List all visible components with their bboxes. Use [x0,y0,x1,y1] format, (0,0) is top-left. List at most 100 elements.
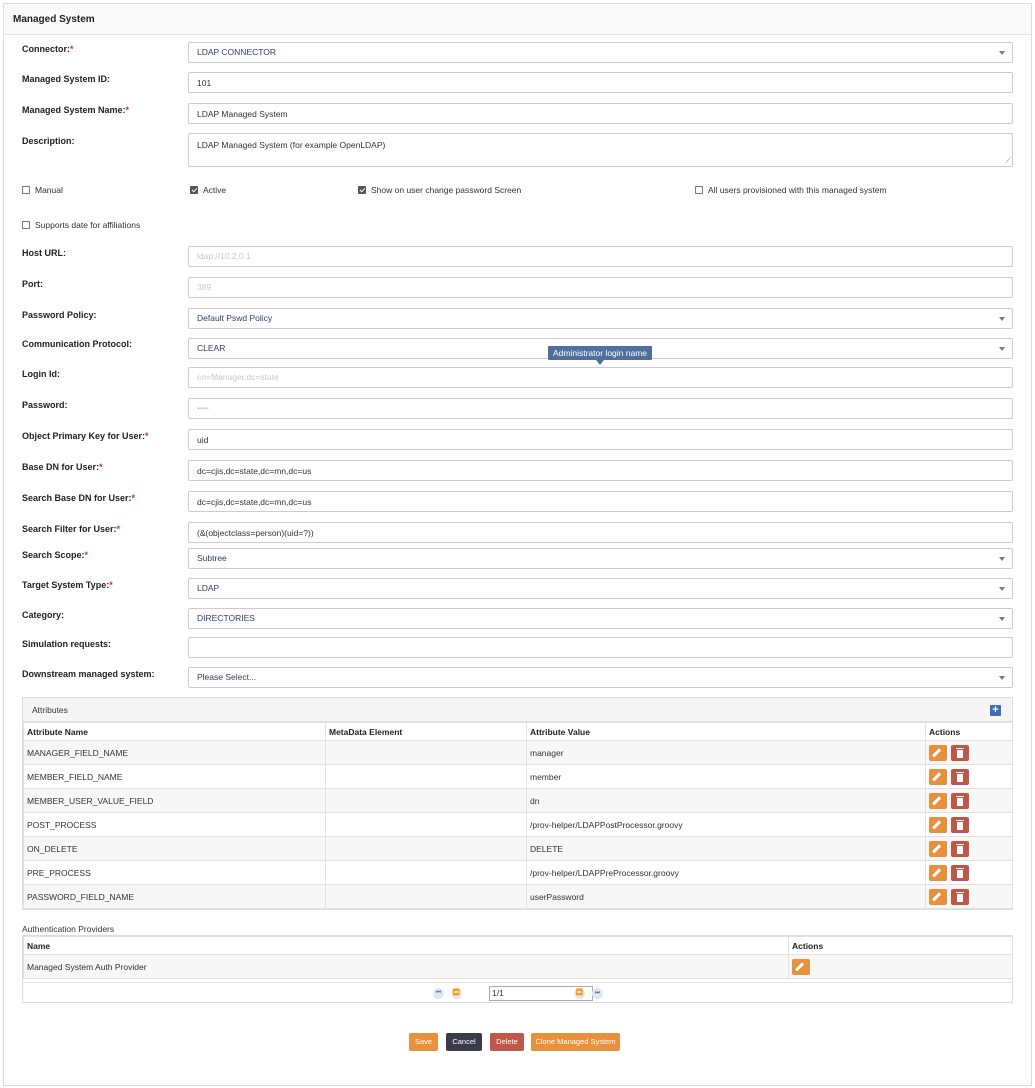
base-dn-input[interactable] [188,460,1013,481]
chevron-down-icon [999,347,1005,351]
prev-page-button[interactable]: ⏪ [451,988,462,999]
edit-icon[interactable] [929,744,947,761]
auth-name-cell: Managed System Auth Provider [23,954,789,979]
obj-pk-input[interactable] [188,429,1013,450]
auth-providers-table: Name Actions Managed System Auth Provide… [23,936,1013,979]
col-attribute-name: Attribute Name [23,722,326,741]
attr-meta-cell [325,740,527,765]
password-policy-label: Password Policy: [22,310,97,320]
first-page-icon: ⏮ [435,990,442,996]
cancel-button[interactable]: Cancel [446,1033,482,1051]
ms-name-input[interactable] [188,103,1013,124]
clone-managed-system-button[interactable]: Clone Managed System [531,1033,620,1051]
edit-icon[interactable] [792,958,810,975]
manual-checkbox[interactable]: Manual [22,185,63,195]
search-base-dn-input[interactable] [188,491,1013,512]
trash-icon[interactable] [951,816,969,833]
ms-name-label: Managed System Name:* [22,105,130,115]
table-row: POST_PROCESS /prov-helper/LDAPPostProces… [23,812,1013,837]
edit-icon[interactable] [929,816,947,833]
downstream-label: Downstream managed system: [22,669,155,679]
trash-icon[interactable] [951,864,969,881]
checkbox-checked-icon [190,186,198,194]
search-filter-input[interactable] [188,522,1013,543]
login-id-input[interactable]: cn=Manager,dc=state [188,367,1013,388]
chevron-down-icon [999,317,1005,321]
trash-icon[interactable] [951,840,969,857]
attr-meta-cell [325,860,527,885]
show-pwd-checkbox[interactable]: Show on user change password Screen [358,185,521,195]
connector-select[interactable]: LDAP CONNECTOR [188,42,1013,63]
panel-title: Managed System [4,4,1031,35]
active-checkbox[interactable]: Active [190,185,226,195]
table-row: MEMBER_FIELD_NAME member [23,764,1013,789]
category-select[interactable]: DIRECTORIES [188,608,1013,629]
attr-name-cell: ON_DELETE [23,836,326,861]
table-row: MEMBER_USER_VALUE_FIELD dn [23,788,1013,813]
all-users-checkbox[interactable]: All users provisioned with this managed … [695,185,887,195]
password-policy-value: Default Pswd Policy [197,313,273,323]
description-textarea[interactable]: LDAP Managed System (for example OpenLDA… [188,133,1013,167]
attributes-title: Attributes [32,705,68,715]
chevron-down-icon [999,587,1005,591]
category-value: DIRECTORIES [197,613,255,623]
password-label: Password: [22,400,68,410]
resize-handle-icon[interactable]: ⟋ [1005,157,1011,165]
last-page-button[interactable]: ⏭ [592,988,603,999]
attr-value-cell: DELETE [526,836,926,861]
attr-value-cell: manager [526,740,926,765]
category-label: Category: [22,610,65,620]
edit-icon[interactable] [929,768,947,785]
chevron-down-icon [999,617,1005,621]
target-type-value: LDAP [197,583,220,593]
add-attribute-button[interactable]: + [990,705,1001,716]
port-label: Port: [22,279,43,289]
search-scope-label: Search Scope:* [22,550,89,560]
target-type-select[interactable]: LDAP [188,578,1013,599]
pagination: ⏮ ⏪ 1/1 ⏩ ⏭ [23,982,1012,1003]
attr-name-cell: POST_PROCESS [23,812,326,837]
checkbox-icon [22,221,30,229]
obj-pk-label: Object Primary Key for User:* [22,431,149,441]
search-filter-label: Search Filter for User:* [22,524,121,534]
login-id-label: Login Id: [22,369,60,379]
table-row: PRE_PROCESS /prov-helper/LDAPPreProcesso… [23,860,1013,885]
ms-id-label: Managed System ID: [22,74,111,84]
delete-button[interactable]: Delete [490,1033,524,1051]
checkbox-checked-icon [358,186,366,194]
supports-date-checkbox[interactable]: Supports date for affiliations [22,220,140,230]
attr-actions-cell [925,740,1013,765]
password-input[interactable]: •••• [188,398,1013,419]
edit-icon[interactable] [929,792,947,809]
port-input[interactable]: 389 [188,277,1013,298]
search-scope-select[interactable]: Subtree [188,548,1013,569]
edit-icon[interactable] [929,864,947,881]
col-actions: Actions [788,936,1013,955]
next-page-button[interactable]: ⏩ [574,988,585,999]
save-button[interactable]: Save [409,1033,438,1051]
downstream-select[interactable]: Please Select... [188,667,1013,688]
password-policy-select[interactable]: Default Pswd Policy [188,308,1013,329]
ms-id-input[interactable] [188,72,1013,93]
edit-icon[interactable] [929,888,947,905]
col-actions: Actions [925,722,1013,741]
attr-meta-cell [325,812,527,837]
auth-actions-cell [788,954,1013,979]
simulation-input[interactable] [188,637,1013,658]
attr-meta-cell [325,764,527,789]
trash-icon[interactable] [951,792,969,809]
attr-actions-cell [925,860,1013,885]
host-url-input[interactable]: ldap://10.2.0.1 [188,246,1013,267]
edit-icon[interactable] [929,840,947,857]
trash-icon[interactable] [951,888,969,905]
description-label: Description: [22,136,75,146]
attr-actions-cell [925,812,1013,837]
table-header-row: Name Actions [23,936,1013,955]
attr-name-cell: MEMBER_USER_VALUE_FIELD [23,788,326,813]
trash-icon[interactable] [951,744,969,761]
checkbox-icon [22,186,30,194]
chevron-down-icon [999,51,1005,55]
first-page-button[interactable]: ⏮ [433,988,444,999]
trash-icon[interactable] [951,768,969,785]
chevron-down-icon [999,676,1005,680]
